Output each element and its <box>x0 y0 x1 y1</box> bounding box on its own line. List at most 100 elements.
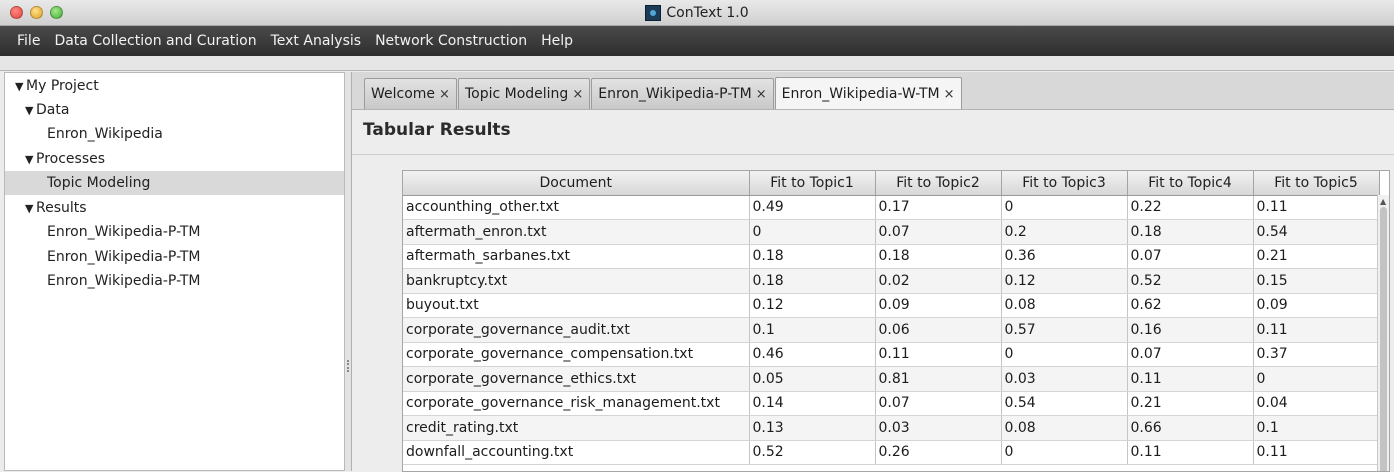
expand-triangle-icon[interactable]: ▼ <box>15 75 25 99</box>
topic-fit-cell[interactable]: 0.18 <box>749 268 876 294</box>
column-header-fit-to-topic1[interactable]: Fit to Topic1 <box>749 171 876 196</box>
topic-fit-cell[interactable]: 0.66 <box>1127 415 1254 441</box>
tab-welcome[interactable]: Welcome × <box>364 78 457 109</box>
topic-fit-cell[interactable]: 0.46 <box>749 342 876 367</box>
topic-fit-cell[interactable]: 0.52 <box>1127 268 1254 294</box>
topic-fit-cell[interactable]: 0.04 <box>1253 391 1380 416</box>
tab-close-icon[interactable]: × <box>572 87 583 102</box>
tree-node-data[interactable]: ▼ Data <box>5 98 344 122</box>
scroll-up-arrow-icon[interactable]: ▲ <box>1380 197 1386 206</box>
table-row[interactable]: bankruptcy.txt 0.18 0.02 0.12 0.52 0.15 <box>403 268 1380 294</box>
topic-fit-cell[interactable]: 0.11 <box>1253 440 1380 465</box>
topic-fit-cell[interactable]: 0.15 <box>1253 268 1380 294</box>
topic-fit-cell[interactable]: 0.81 <box>875 366 1002 392</box>
topic-fit-cell[interactable]: 0.14 <box>749 391 876 416</box>
tree-node-processes[interactable]: ▼ Processes <box>5 147 344 171</box>
topic-fit-cell[interactable]: 0.54 <box>1001 391 1128 416</box>
topic-fit-cell[interactable]: 0.17 <box>875 195 1002 220</box>
tab-close-icon[interactable]: × <box>756 87 767 102</box>
document-cell[interactable]: corporate_governance_compensation.txt <box>403 342 750 367</box>
tab-enron-wikipedia-p-tm[interactable]: Enron_Wikipedia-P-TM × <box>591 78 774 109</box>
topic-fit-cell[interactable]: 0 <box>749 219 876 245</box>
topic-fit-cell[interactable]: 0.07 <box>1127 244 1254 269</box>
topic-fit-cell[interactable]: 0.62 <box>1127 293 1254 318</box>
vertical-scrollbar[interactable]: ▲ <box>1377 195 1389 471</box>
topic-fit-cell[interactable]: 0.11 <box>1127 440 1254 465</box>
expand-triangle-icon[interactable]: ▼ <box>25 148 35 172</box>
topic-fit-cell[interactable]: 0.36 <box>1001 244 1128 269</box>
topic-fit-cell[interactable]: 0.18 <box>1127 219 1254 245</box>
tree-item-result[interactable]: Enron_Wikipedia-P-TM <box>5 220 344 244</box>
document-cell[interactable]: aftermath_enron.txt <box>403 219 750 245</box>
topic-fit-cell[interactable]: 0.18 <box>749 244 876 269</box>
menu-data-collection-and-curation[interactable]: Data Collection and Curation <box>47 26 263 56</box>
table-row[interactable]: aftermath_enron.txt 0 0.07 0.2 0.18 0.54 <box>403 219 1380 245</box>
table-row[interactable]: corporate_governance_audit.txt 0.1 0.06 0.5… <box>403 317 1380 343</box>
topic-fit-cell[interactable]: 0.07 <box>875 391 1002 416</box>
topic-fit-cell[interactable]: 0.16 <box>1127 317 1254 343</box>
topic-fit-cell[interactable]: 0.21 <box>1127 391 1254 416</box>
topic-fit-cell[interactable]: 0.12 <box>749 293 876 318</box>
tab-close-icon[interactable]: × <box>944 87 955 102</box>
expand-triangle-icon[interactable]: ▼ <box>25 197 35 221</box>
topic-fit-cell[interactable]: 0.21 <box>1253 244 1380 269</box>
topic-fit-cell[interactable]: 0.49 <box>749 195 876 220</box>
close-window-button[interactable] <box>10 6 23 19</box>
topic-fit-cell[interactable]: 0 <box>1001 195 1128 220</box>
document-cell[interactable]: buyout.txt <box>403 293 750 318</box>
table-row[interactable]: credit_rating.txt 0.13 0.03 0.08 0.66 0.1 <box>403 415 1380 441</box>
column-header-fit-to-topic3[interactable]: Fit to Topic3 <box>1001 171 1128 196</box>
topic-fit-cell[interactable]: 0.03 <box>875 415 1002 441</box>
topic-fit-cell[interactable]: 0 <box>1001 342 1128 367</box>
menu-help[interactable]: Help <box>534 26 580 56</box>
topic-fit-cell[interactable]: 0 <box>1001 440 1128 465</box>
topic-fit-cell[interactable]: 0.52 <box>749 440 876 465</box>
column-header-fit-to-topic2[interactable]: Fit to Topic2 <box>875 171 1002 196</box>
topic-fit-cell[interactable]: 0.2 <box>1001 219 1128 245</box>
column-header-fit-to-topic4[interactable]: Fit to Topic4 <box>1127 171 1254 196</box>
zoom-window-button[interactable] <box>50 6 63 19</box>
topic-fit-cell[interactable]: 0.37 <box>1253 342 1380 367</box>
table-row[interactable]: aftermath_sarbanes.txt 0.18 0.18 0.36 0.07 0.… <box>403 244 1380 269</box>
topic-fit-cell[interactable]: 0.26 <box>875 440 1002 465</box>
topic-fit-cell[interactable]: 0.22 <box>1127 195 1254 220</box>
topic-fit-cell[interactable]: 0.11 <box>1127 366 1254 392</box>
menu-network-construction[interactable]: Network Construction <box>368 26 534 56</box>
menu-file[interactable]: File <box>10 26 47 56</box>
topic-fit-cell[interactable]: 0.1 <box>1253 415 1380 441</box>
scrollbar-thumb[interactable] <box>1380 207 1387 471</box>
topic-fit-cell[interactable]: 0 <box>1253 366 1380 392</box>
table-row[interactable]: corporate_governance_risk_management.txt… <box>403 391 1380 416</box>
topic-fit-cell[interactable]: 0.08 <box>1001 415 1128 441</box>
tree-item-enron-wikipedia[interactable]: Enron_Wikipedia <box>5 122 344 146</box>
document-cell[interactable]: bankruptcy.txt <box>403 268 750 294</box>
table-row[interactable]: corporate_governance_ethics.txt 0.05 0.81 0… <box>403 366 1380 392</box>
tab-enron-wikipedia-w-tm[interactable]: Enron_Wikipedia-W-TM × <box>774 77 962 110</box>
document-cell[interactable]: downfall_accounting.txt <box>403 440 750 465</box>
topic-fit-cell[interactable]: 0.13 <box>749 415 876 441</box>
document-cell[interactable]: corporate_governance_audit.txt <box>403 317 750 343</box>
tree-item-result[interactable]: Enron_Wikipedia-P-TM <box>5 269 344 293</box>
table-row[interactable]: downfall_accounting.txt 0.52 0.26 0 0.11 0.11 <box>403 440 1380 465</box>
topic-fit-cell[interactable]: 0.09 <box>875 293 1002 318</box>
document-cell[interactable]: aftermath_sarbanes.txt <box>403 244 750 269</box>
tab-close-icon[interactable]: × <box>439 87 450 102</box>
topic-fit-cell[interactable]: 0.11 <box>1253 195 1380 220</box>
topic-fit-cell[interactable]: 0.02 <box>875 268 1002 294</box>
topic-fit-cell[interactable]: 0.05 <box>749 366 876 392</box>
topic-fit-cell[interactable]: 0.18 <box>875 244 1002 269</box>
column-header-fit-to-topic5[interactable]: Fit to Topic5 <box>1253 171 1380 196</box>
tree-node-my-project[interactable]: ▼ My Project <box>5 74 344 98</box>
document-cell[interactable]: accounthing_other.txt <box>403 195 750 220</box>
topic-fit-cell[interactable]: 0.09 <box>1253 293 1380 318</box>
menu-text-analysis[interactable]: Text Analysis <box>264 26 368 56</box>
tab-topic-modeling[interactable]: Topic Modeling × <box>457 78 591 109</box>
table-row[interactable]: buyout.txt 0.12 0.09 0.08 0.62 0.09 <box>403 293 1380 318</box>
document-cell[interactable]: corporate_governance_risk_management.txt <box>403 391 750 416</box>
document-cell[interactable]: corporate_governance_ethics.txt <box>403 366 750 392</box>
topic-fit-cell[interactable]: 0.08 <box>1001 293 1128 318</box>
topic-fit-cell[interactable]: 0.11 <box>875 342 1002 367</box>
splitter-grip-icon[interactable] <box>347 360 349 372</box>
table-row[interactable]: corporate_governance_compensation.txt 0.4… <box>403 342 1380 367</box>
topic-fit-cell[interactable]: 0.54 <box>1253 219 1380 245</box>
